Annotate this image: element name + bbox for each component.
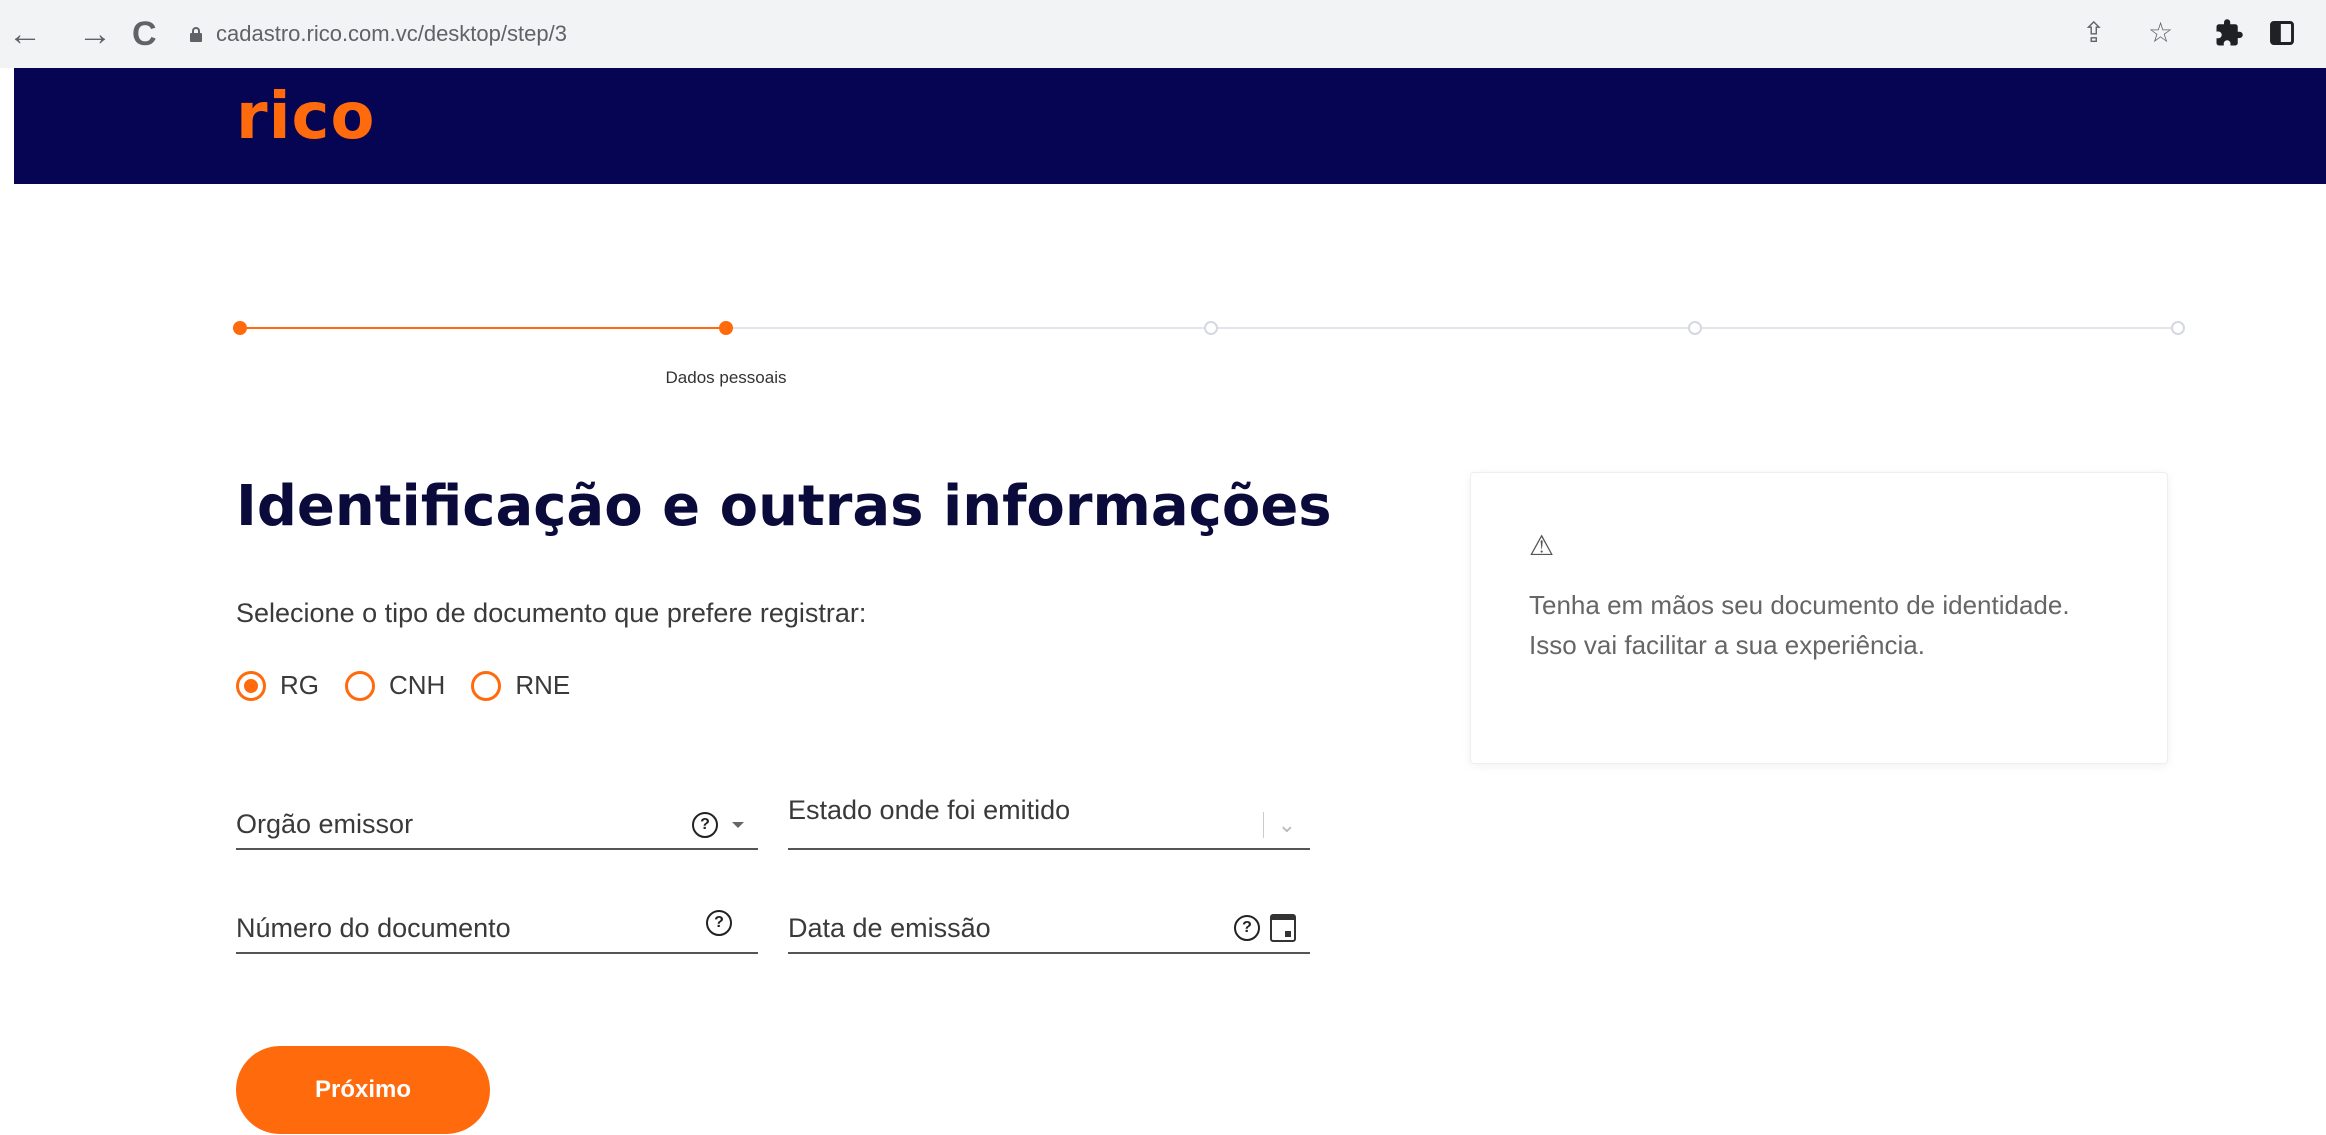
progress-stepper: Dados pessoais [233, 318, 2185, 387]
radio-rne-label[interactable]: RNE [515, 670, 570, 701]
data-emissao-input[interactable]: Data de emissão ? [788, 896, 1310, 954]
help-icon[interactable]: ? [692, 812, 718, 838]
radio-cnh[interactable]: CNH [345, 670, 445, 701]
page-title: Identificação e outras informações [236, 474, 1332, 539]
radio-rne[interactable]: RNE [471, 670, 570, 701]
document-type-prompt: Selecione o tipo de documento que prefer… [236, 598, 867, 628]
browser-chrome: ← → C cadastro.rico.com.vc/desktop/step/… [0, 0, 2326, 68]
sidebar-icon[interactable] [2268, 18, 2296, 56]
chevron-down-icon[interactable]: ⌄ [1262, 812, 1296, 838]
orgao-emissor-select[interactable]: Orgão emissor ? [236, 792, 758, 850]
app-header: rico [14, 68, 2326, 184]
step-dot-1 [233, 321, 247, 335]
step-dot-4 [1688, 321, 1702, 335]
radio-rg-label[interactable]: RG [280, 670, 319, 701]
reload-icon[interactable]: C [132, 14, 157, 54]
star-icon[interactable]: ☆ [2148, 16, 2173, 50]
radio-rg-circle[interactable] [236, 670, 266, 701]
help-icon[interactable]: ? [706, 910, 732, 936]
caret-down-icon[interactable] [732, 822, 744, 828]
share-icon[interactable]: ⇪ [2082, 16, 2105, 50]
stepper-line-complete [240, 327, 726, 329]
next-button[interactable]: Próximo [236, 1046, 490, 1134]
radio-rne-circle[interactable] [471, 670, 502, 701]
step-dot-5 [2171, 321, 2185, 335]
rico-logo[interactable]: rico [236, 80, 375, 154]
numero-documento-label: Número do documento [236, 913, 511, 943]
estado-emissao-label: Estado onde foi emitido [788, 795, 1071, 825]
calendar-icon[interactable] [1270, 914, 1296, 942]
step-dot-3 [1204, 321, 1218, 335]
document-type-radio-group: RG CNH RNE [236, 670, 596, 701]
step-dot-2 [719, 321, 733, 335]
address-bar[interactable]: cadastro.rico.com.vc/desktop/step/3 [190, 12, 2090, 56]
lock-icon[interactable] [190, 27, 202, 42]
data-emissao-label: Data de emissão [788, 913, 991, 943]
numero-documento-input[interactable]: Número do documento ? [236, 896, 758, 954]
radio-rg[interactable]: RG [236, 670, 319, 701]
info-card-text: Tenha em mãos seu documento de identidad… [1529, 590, 2070, 660]
info-card: ⚠ Tenha em mãos seu documento de identid… [1470, 472, 2168, 764]
orgao-emissor-label: Orgão emissor [236, 809, 414, 839]
puzzle-icon[interactable] [2214, 18, 2244, 56]
url-text[interactable]: cadastro.rico.com.vc/desktop/step/3 [216, 21, 567, 47]
warning-icon: ⚠ [1529, 530, 1555, 561]
help-icon[interactable]: ? [1234, 915, 1260, 941]
estado-emissao-select[interactable]: Estado onde foi emitido ⌄ [788, 792, 1310, 850]
back-icon[interactable]: ← [8, 14, 42, 54]
step-label-dados-pessoais: Dados pessoais [665, 368, 787, 387]
stepper-line-pending [726, 327, 2178, 329]
radio-cnh-label[interactable]: CNH [389, 670, 445, 701]
forward-icon[interactable]: → [78, 14, 112, 54]
radio-cnh-circle[interactable] [345, 670, 375, 701]
